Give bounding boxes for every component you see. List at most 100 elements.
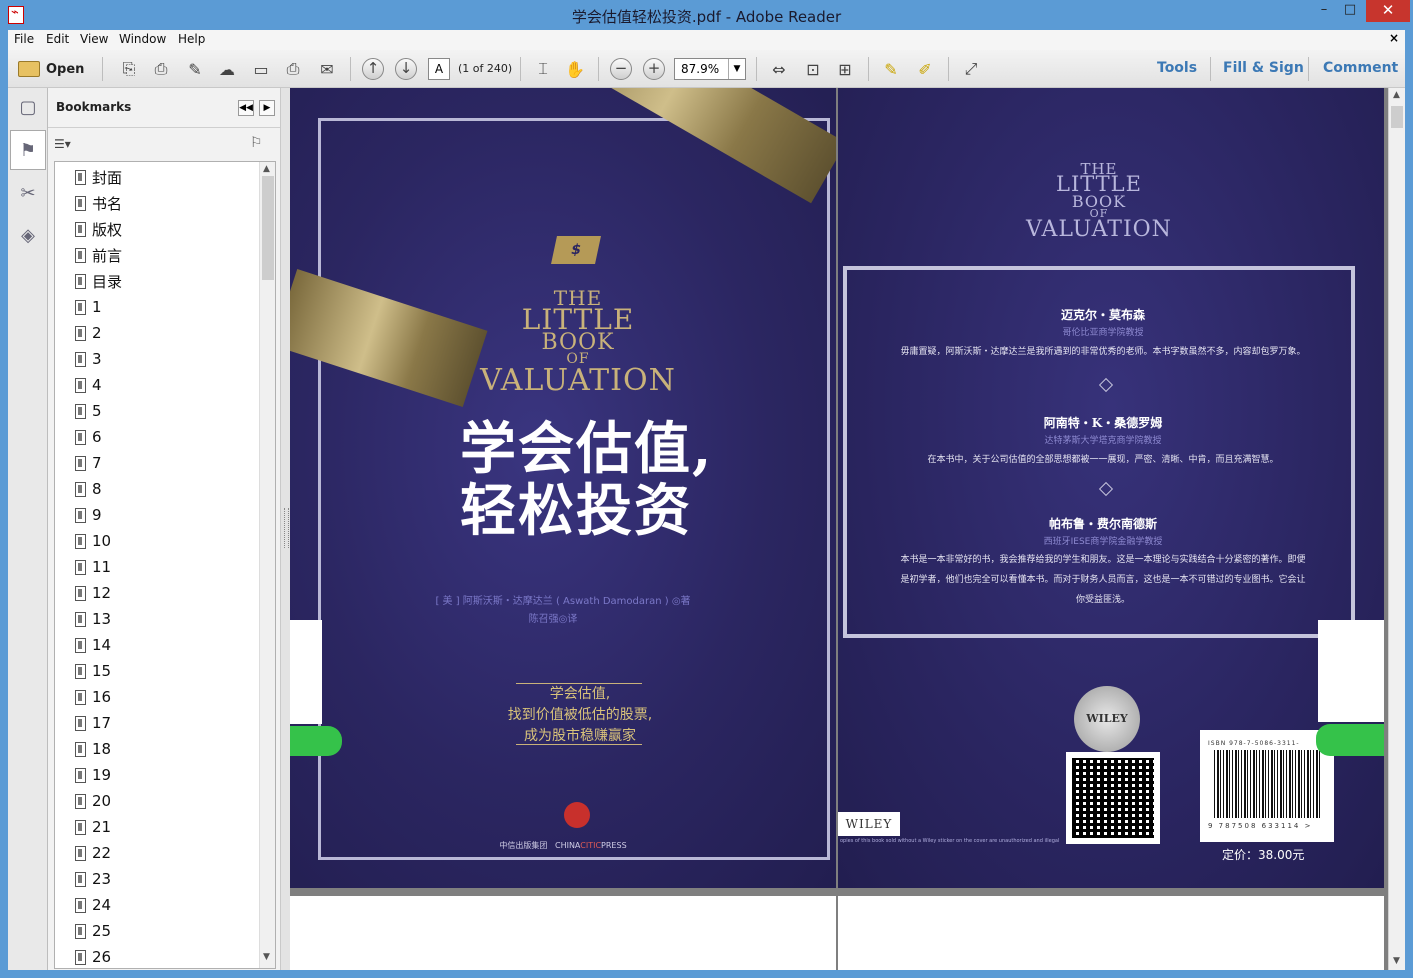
bookmark-icon bbox=[75, 247, 86, 263]
menu-edit[interactable]: Edit bbox=[46, 32, 69, 46]
scroll-up-icon[interactable]: ▲ bbox=[1393, 90, 1400, 100]
panel-splitter[interactable] bbox=[280, 88, 290, 970]
tools-button[interactable]: Tools bbox=[1157, 60, 1197, 76]
bookmark-item[interactable]: 8 bbox=[75, 476, 102, 502]
bookmark-label: 17 bbox=[92, 714, 112, 732]
bookmark-item[interactable]: 封面 bbox=[75, 164, 122, 190]
upload-cloud-icon[interactable]: ☁ bbox=[214, 56, 240, 82]
bookmark-item[interactable]: 17 bbox=[75, 710, 111, 736]
save-icon[interactable]: ▭ bbox=[248, 56, 274, 82]
bookmark-item[interactable]: 16 bbox=[75, 684, 111, 710]
bookmark-item[interactable]: 11 bbox=[75, 554, 111, 580]
next-page-icon[interactable]: ↓ bbox=[393, 56, 419, 82]
create-pdf-icon[interactable]: ⎘ bbox=[116, 56, 142, 82]
layers-icon[interactable]: ◈ bbox=[14, 222, 42, 250]
print-icon[interactable]: ⎙ bbox=[280, 56, 306, 82]
bookmark-options-icon[interactable]: ☰▾ bbox=[54, 137, 71, 151]
document-scrollbar[interactable]: ▲ ▼ bbox=[1388, 88, 1405, 970]
menu-file[interactable]: File bbox=[14, 32, 34, 46]
back-title-valuation: VALUATION bbox=[1026, 217, 1172, 242]
menu-bar: File Edit View Window Help × bbox=[8, 30, 1405, 50]
email-icon[interactable]: ✉ bbox=[314, 56, 340, 82]
bookmark-item[interactable]: 6 bbox=[75, 424, 102, 450]
bookmark-item[interactable]: 20 bbox=[75, 788, 111, 814]
bookmark-item[interactable]: 5 bbox=[75, 398, 102, 424]
collapse-panel-icon[interactable]: ◀◀ bbox=[238, 100, 254, 116]
maximize-button[interactable]: □ bbox=[1336, 0, 1364, 22]
cover-title-valuation: VALUATION bbox=[480, 363, 676, 398]
bookmark-item[interactable]: 前言 bbox=[75, 242, 122, 268]
bookmark-item[interactable]: 12 bbox=[75, 580, 111, 606]
bookmark-icon bbox=[75, 637, 86, 653]
author-line: [ 美 ] 阿斯沃斯・达摩达兰 ( Aswath Damodaran ) ◎著 bbox=[435, 596, 691, 607]
bookmark-item[interactable]: 10 bbox=[75, 528, 111, 554]
bookmark-item[interactable]: 目录 bbox=[75, 268, 122, 294]
expand-panel-icon[interactable]: ▶ bbox=[259, 100, 275, 116]
chinese-title: 学会估值, 轻松投资 bbox=[460, 418, 714, 542]
close-window-button[interactable]: ✕ bbox=[1366, 0, 1410, 22]
zoom-out-icon[interactable]: − bbox=[608, 56, 634, 82]
bookmark-item[interactable]: 7 bbox=[75, 450, 102, 476]
zoom-in-icon[interactable]: + bbox=[641, 56, 667, 82]
bookmark-item[interactable]: 22 bbox=[75, 840, 111, 866]
open-button[interactable]: Open bbox=[18, 58, 84, 80]
export-pdf-icon[interactable]: ⎙ bbox=[148, 56, 174, 82]
bookmark-item[interactable]: 21 bbox=[75, 814, 111, 840]
bookmark-item[interactable]: 13 bbox=[75, 606, 111, 632]
bookmarks-scrollbar[interactable]: ▲ ▼ bbox=[259, 162, 275, 968]
bookmark-item[interactable]: 19 bbox=[75, 762, 111, 788]
bookmark-item[interactable]: 9 bbox=[75, 502, 102, 528]
scroll-thumb[interactable] bbox=[262, 176, 274, 280]
sticky-note-icon[interactable]: ✎ bbox=[878, 56, 904, 82]
full-screen-icon[interactable]: ⤢ bbox=[958, 56, 984, 82]
navigation-pane: ▢ ⚑ ✂ ◈ bbox=[8, 88, 48, 970]
scroll-thumb[interactable] bbox=[1391, 106, 1403, 128]
bookmark-label: 13 bbox=[92, 610, 112, 628]
comment-button[interactable]: Comment bbox=[1323, 60, 1398, 76]
zoom-dropdown-icon[interactable]: ▼ bbox=[728, 59, 745, 79]
fill-sign-button[interactable]: Fill & Sign bbox=[1223, 60, 1304, 76]
fit-width-icon[interactable]: ⇔ bbox=[766, 56, 792, 82]
bookmark-item[interactable]: 23 bbox=[75, 866, 111, 892]
bookmarks-icon[interactable]: ⚑ bbox=[10, 130, 46, 170]
bookmark-label: 8 bbox=[92, 480, 102, 498]
select-tool-icon[interactable]: ⌶ bbox=[530, 56, 556, 82]
bookmark-item[interactable]: 版权 bbox=[75, 216, 122, 242]
bookmark-item[interactable]: 3 bbox=[75, 346, 102, 372]
toolbar: Open ⎘ ⎙ ✎ ☁ ▭ ⎙ ✉ ↑ ↓ A (1 of 240) ⌶ ✋ … bbox=[8, 50, 1405, 88]
scroll-down-icon[interactable]: ▼ bbox=[1393, 956, 1400, 966]
bookmark-item[interactable]: 25 bbox=[75, 918, 111, 944]
menu-help[interactable]: Help bbox=[178, 32, 205, 46]
bookmark-item[interactable]: 24 bbox=[75, 892, 111, 918]
bookmark-item[interactable]: 18 bbox=[75, 736, 111, 762]
hand-tool-icon[interactable]: ✋ bbox=[562, 56, 588, 82]
highlight-text-icon[interactable]: ✐ bbox=[912, 56, 938, 82]
bookmark-label: 15 bbox=[92, 662, 112, 680]
menu-window[interactable]: Window bbox=[119, 32, 166, 46]
bookmark-item[interactable]: 26 bbox=[75, 944, 111, 968]
scroll-up-icon[interactable]: ▲ bbox=[263, 164, 270, 174]
close-document-icon[interactable]: × bbox=[1389, 31, 1399, 45]
bookmark-item[interactable]: 4 bbox=[75, 372, 102, 398]
bookmark-item[interactable]: 2 bbox=[75, 320, 102, 346]
minimize-button[interactable]: – bbox=[1310, 0, 1338, 22]
bookmark-item[interactable]: 15 bbox=[75, 658, 111, 684]
previous-page-icon[interactable]: ↑ bbox=[360, 56, 386, 82]
document-view[interactable]: $ THE LITTLE BOOK OF VALUATION 学会估值, 轻松投… bbox=[290, 88, 1388, 970]
bookmarks-panel: Bookmarks ◀◀ ▶ ☰▾ ⚐ 封面 书名 版权 前言 目录 1 2 3 4 5 6 7 8 9 1… bbox=[48, 88, 280, 970]
page-number-input[interactable]: A bbox=[428, 58, 450, 80]
page-thumbnails-icon[interactable]: ▢ bbox=[14, 94, 42, 122]
new-bookmark-icon[interactable]: ⚐ bbox=[250, 135, 263, 151]
bookmark-item[interactable]: 书名 bbox=[75, 190, 122, 216]
fit-page-icon[interactable]: ⊡ bbox=[800, 56, 826, 82]
bookmark-item[interactable]: 14 bbox=[75, 632, 111, 658]
scroll-down-icon[interactable]: ▼ bbox=[263, 952, 270, 962]
menu-view[interactable]: View bbox=[80, 32, 108, 46]
attachments-icon[interactable]: ✂ bbox=[14, 180, 42, 208]
edit-pdf-icon[interactable]: ✎ bbox=[182, 56, 208, 82]
page-layout-icon[interactable]: ⊞ bbox=[832, 56, 858, 82]
toolbar-separator bbox=[102, 57, 103, 81]
bookmark-item[interactable]: 1 bbox=[75, 294, 102, 320]
bookmark-label: 16 bbox=[92, 688, 112, 706]
bookmark-icon bbox=[75, 533, 86, 549]
